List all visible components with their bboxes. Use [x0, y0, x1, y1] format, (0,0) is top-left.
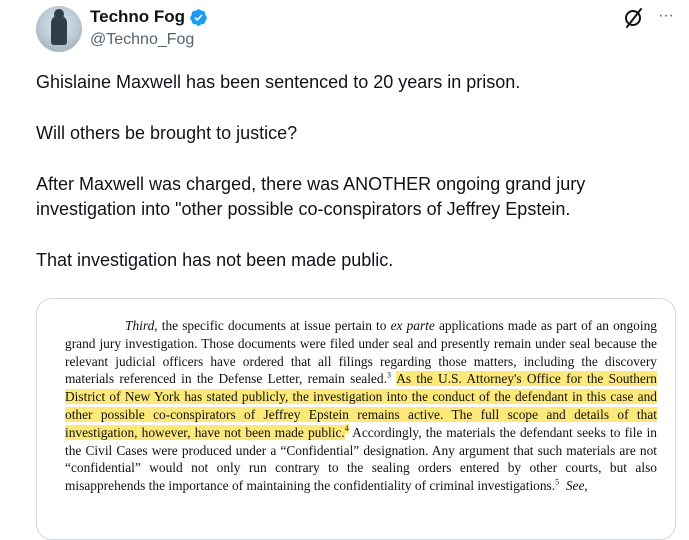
tweet-paragraph: After Maxwell was charged, there was ANO…	[36, 174, 586, 219]
doc-indent	[65, 318, 125, 333]
doc-italic-exparte: ex parte	[390, 318, 435, 333]
author-name-row: Techno Fog	[90, 7, 208, 27]
avatar-figure	[51, 9, 67, 45]
doc-text: , the specific documents at issue pertai…	[154, 318, 391, 333]
doc-text: ,	[584, 478, 588, 494]
verified-badge-icon	[190, 8, 207, 26]
author-avatar[interactable]	[36, 6, 82, 52]
document-excerpt: Third, the specific documents at issue p…	[65, 317, 657, 495]
doc-italic-third: Third	[125, 318, 155, 333]
author-handle[interactable]: @Techno_Fog	[90, 31, 194, 49]
tweet-text: Ghislaine Maxwell has been sentenced to …	[36, 70, 666, 299]
footnote-ref: 3	[386, 370, 391, 380]
tweet-paragraph: That investigation has not been made pub…	[36, 250, 394, 270]
more-options-icon[interactable]: ···	[654, 4, 678, 28]
attached-document-image[interactable]: Third, the specific documents at issue p…	[36, 298, 676, 540]
grok-icon[interactable]	[622, 6, 646, 30]
tweet-paragraph: Will others be brought to justice?	[36, 123, 298, 143]
doc-italic-see: See	[565, 478, 585, 494]
footnote-ref: 5	[555, 477, 560, 487]
tweet-paragraph: Ghislaine Maxwell has been sentenced to …	[36, 72, 521, 92]
author-display-name[interactable]: Techno Fog	[90, 7, 185, 27]
